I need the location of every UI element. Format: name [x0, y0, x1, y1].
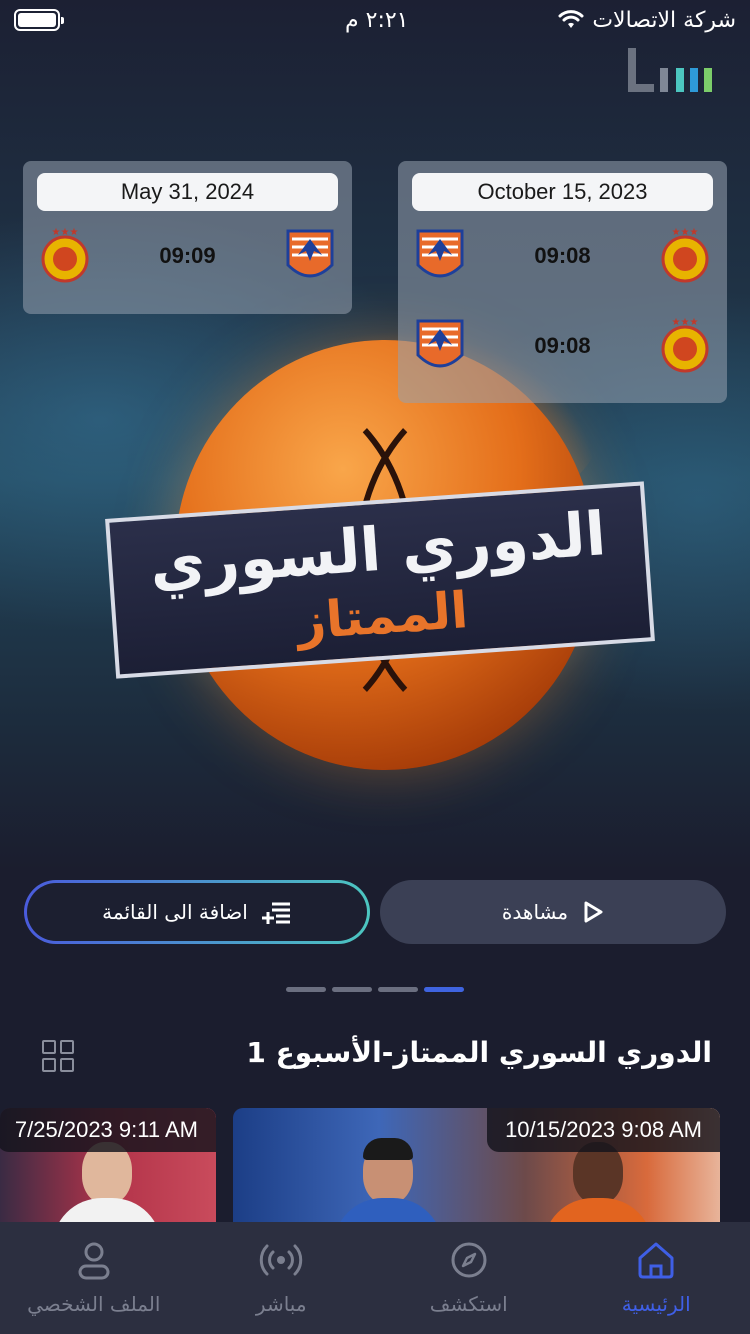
home-icon [638, 1242, 674, 1279]
tab-explore-label: استكشف [429, 1292, 508, 1316]
match-row[interactable]: 09:08 ★★★ [412, 211, 713, 301]
compass-icon [451, 1242, 487, 1278]
grid-view-icon[interactable] [42, 1040, 74, 1072]
video-card[interactable]: 10/15/2023 9:08 AM [233, 1108, 720, 1228]
match-date: October 15, 2023 [412, 173, 713, 211]
match-date: May 31, 2024 [37, 173, 338, 211]
video-datetime: 7/25/2023 9:11 AM [0, 1108, 216, 1152]
team-red-crest-icon: ★★★ [41, 227, 89, 283]
hero-background: الدوري السوري الممتاز [0, 0, 750, 870]
carousel-pager [286, 987, 464, 992]
match-row[interactable]: 09:08 ★★★ [412, 301, 713, 391]
team-eagle-crest-icon [286, 229, 334, 278]
watch-button[interactable]: مشاهدة [380, 880, 726, 944]
pager-dot-active[interactable] [424, 987, 464, 992]
tab-profile-label: الملف الشخصي [27, 1292, 161, 1316]
tab-live-label: مباشر [255, 1292, 307, 1316]
user-icon [78, 1242, 110, 1280]
svg-text:★★★: ★★★ [52, 227, 79, 238]
team-red-crest-icon: ★★★ [661, 227, 709, 283]
tab-profile[interactable]: الملف الشخصي [0, 1222, 188, 1334]
video-datetime: 10/15/2023 9:08 AM [487, 1108, 720, 1152]
tab-home[interactable]: الرئيسية [563, 1222, 750, 1334]
add-to-list-label: اضافة الى القائمة [102, 900, 248, 924]
section-title: الدوري السوري الممتاز-الأسبوع 1 [246, 1036, 712, 1069]
team-red-crest-icon: ★★★ [661, 317, 709, 373]
video-card[interactable]: 7/25/2023 9:11 AM [0, 1108, 216, 1228]
player-image [333, 1118, 443, 1228]
league-title-line1: الدوري السوري [147, 499, 609, 601]
battery-icon [14, 9, 64, 31]
svg-text:★★★: ★★★ [672, 317, 699, 328]
team-eagle-crest-icon [416, 229, 464, 278]
add-to-playlist-icon [261, 902, 290, 924]
team-eagle-crest-icon [416, 319, 464, 368]
add-to-list-button[interactable]: اضافة الى القائمة [24, 880, 370, 944]
tab-home-label: الرئيسية [621, 1292, 691, 1316]
match-card-right[interactable]: October 15, 2023 09:08 ★★★ 09:08 ★★★ [398, 161, 727, 403]
carrier-name: شركة الاتصالات [592, 7, 736, 33]
pager-dot[interactable] [286, 987, 326, 992]
bottom-tab-bar: الرئيسية استكشف مباشر الملف الشخصي [0, 1222, 750, 1334]
pager-dot[interactable] [332, 987, 372, 992]
tab-live[interactable]: مباشر [188, 1222, 376, 1334]
live-broadcast-icon [260, 1244, 303, 1276]
status-time: ٢:٢١ م [345, 8, 409, 33]
app-logo-icon [628, 48, 712, 92]
league-title-line2: الممتاز [295, 581, 470, 651]
svg-text:★★★: ★★★ [672, 227, 699, 238]
play-icon [584, 901, 603, 923]
match-time: 09:09 [159, 243, 216, 268]
match-time: 09:08 [534, 333, 591, 358]
pager-dot[interactable] [378, 987, 418, 992]
match-card-left[interactable]: May 31, 2024 ★★★ 09:09 [23, 161, 352, 314]
carrier-info: شركة الاتصالات [558, 8, 736, 33]
match-time: 09:08 [534, 243, 591, 268]
tab-explore[interactable]: استكشف [375, 1222, 563, 1334]
watch-label: مشاهدة [501, 900, 569, 924]
match-row[interactable]: ★★★ 09:09 [37, 211, 338, 301]
wifi-icon [558, 10, 584, 28]
status-bar: ٢:٢١ م شركة الاتصالات [0, 0, 750, 40]
